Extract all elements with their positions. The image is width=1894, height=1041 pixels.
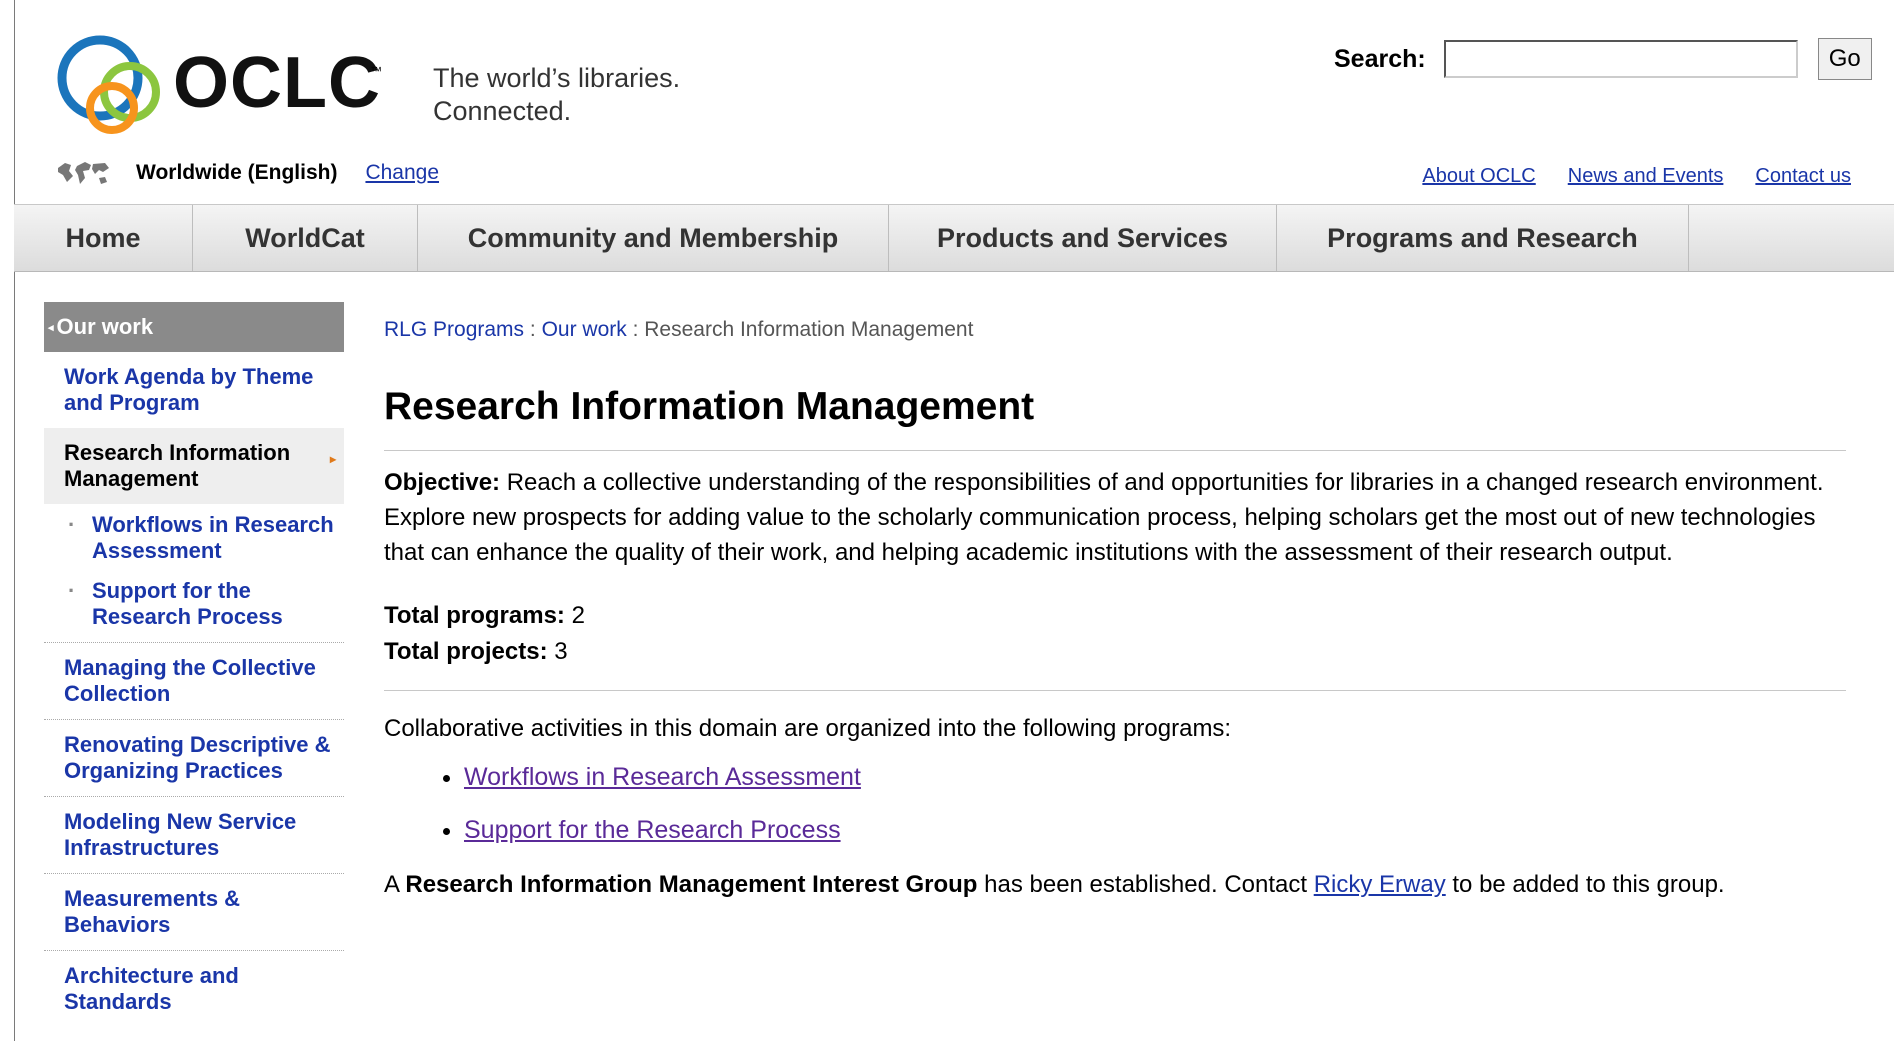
sidebar-item-modeling-new-service[interactable]: Modeling New Service Infrastructures <box>44 797 344 874</box>
trademark-symbol: ™ <box>370 64 382 78</box>
tagline: The world’s libraries. Connected. <box>433 62 680 128</box>
change-region-link[interactable]: Change <box>365 161 439 185</box>
breadcrumb-separator: : <box>524 318 542 341</box>
sidebar-subitem-label: Workflows in Research Assessment <box>92 512 334 563</box>
nav-tab-programs-and-research[interactable]: Programs and Research <box>1277 205 1689 271</box>
total-projects-value: 3 <box>554 638 568 665</box>
list-item: Support for the Research Process <box>464 816 1846 845</box>
region-selector: Worldwide (English) Change <box>55 158 439 188</box>
breadcrumb-separator: : <box>626 318 645 341</box>
group-suffix: to be added to this group. <box>1445 871 1725 898</box>
contact-us-link[interactable]: Contact us <box>1755 165 1851 188</box>
bullet-icon: · <box>68 578 76 603</box>
tagline-line-2: Connected. <box>433 96 572 126</box>
sidebar-heading-label: Our work <box>56 314 154 339</box>
oclc-wordmark: OCLC <box>173 43 381 123</box>
sidebar-item-renovating-descriptive[interactable]: Renovating Descriptive & Organizing Prac… <box>44 720 344 797</box>
news-and-events-link[interactable]: News and Events <box>1568 165 1724 188</box>
program-link-support[interactable]: Support for the Research Process <box>464 816 841 844</box>
sidebar-heading[interactable]: ◂ Our work <box>44 302 344 352</box>
sidebar-subitem-label: Support for the Research Process <box>92 578 283 629</box>
sidebar-item-architecture-standards[interactable]: Architecture and Standards <box>44 951 344 1027</box>
world-map-icon <box>58 162 109 184</box>
group-middle: has been established. Contact <box>977 871 1314 898</box>
breadcrumb-rlg-programs[interactable]: RLG Programs <box>384 318 524 341</box>
sidebar-item-label: Research Information Management <box>64 440 291 491</box>
search-bar: Search: Go <box>1334 38 1872 80</box>
sidebar: ◂ Our work Work Agenda by Theme and Prog… <box>44 302 344 1027</box>
bullet-icon: · <box>68 512 76 537</box>
sidebar-subitem-workflows[interactable]: · Workflows in Research Assessment <box>44 504 344 570</box>
breadcrumb: RLG Programs : Our work : Research Infor… <box>384 318 1846 342</box>
breadcrumb-our-work[interactable]: Our work <box>542 318 627 341</box>
nav-tab-community-and-membership[interactable]: Community and Membership <box>418 205 889 271</box>
objective-label: Objective: <box>384 469 501 496</box>
nav-tab-products-and-services[interactable]: Products and Services <box>889 205 1277 271</box>
utility-links: About OCLC News and Events Contact us <box>1390 165 1851 188</box>
page-title: Research Information Management <box>384 385 1035 428</box>
sidebar-item-managing-collective-collection[interactable]: Managing the Collective Collection <box>44 643 344 720</box>
active-arrow-icon: ▸ <box>329 452 336 466</box>
group-name: Research Information Management Interest… <box>405 871 978 898</box>
sidebar-item-work-agenda[interactable]: Work Agenda by Theme and Program <box>44 352 344 428</box>
contact-person-link[interactable]: Ricky Erway <box>1314 871 1446 898</box>
sidebar-subitems: · Workflows in Research Assessment · Sup… <box>44 504 344 643</box>
interest-group-note: A Research Information Management Intere… <box>384 867 1846 902</box>
about-oclc-link[interactable]: About OCLC <box>1422 165 1535 188</box>
sidebar-subitem-support[interactable]: · Support for the Research Process <box>44 570 344 636</box>
tagline-line-1: The world’s libraries. <box>433 63 681 93</box>
divider <box>384 450 1846 451</box>
main-content: RLG Programs : Our work : Research Infor… <box>384 318 1846 902</box>
nav-tab-home[interactable]: Home <box>14 205 193 271</box>
go-button[interactable]: Go <box>1817 38 1872 80</box>
search-input[interactable] <box>1443 40 1798 78</box>
sidebar-item-research-information-management[interactable]: Research Information Management ▸ <box>44 428 344 504</box>
sidebar-item-measurements-behaviors[interactable]: Measurements & Behaviors <box>44 874 344 951</box>
total-programs-label: Total programs: <box>384 602 565 629</box>
objective-text: Reach a collective understanding of the … <box>384 469 1824 566</box>
nav-tab-worldcat[interactable]: WorldCat <box>193 205 418 271</box>
group-prefix: A <box>384 871 406 898</box>
back-arrow-icon: ◂ <box>48 321 54 334</box>
program-link-workflows[interactable]: Workflows in Research Assessment <box>464 763 861 791</box>
programs-intro: Collaborative activities in this domain … <box>384 715 1232 742</box>
page-left-border <box>14 0 15 1041</box>
totals: Total programs: 2 Total projects: 3 <box>384 598 1846 670</box>
search-label: Search: <box>1334 44 1426 73</box>
objective-paragraph: Objective: Reach a collective understand… <box>384 465 1846 570</box>
total-programs-value: 2 <box>571 602 585 629</box>
oclc-logo-icon <box>57 35 160 134</box>
program-list: Workflows in Research Assessment Support… <box>384 763 1846 845</box>
main-nav: Home WorldCat Community and Membership P… <box>14 204 1894 272</box>
list-item: Workflows in Research Assessment <box>464 763 1846 792</box>
divider <box>384 690 1846 691</box>
breadcrumb-current: Research Information Management <box>644 318 974 341</box>
region-name: Worldwide (English) <box>136 161 338 184</box>
total-projects-label: Total projects: <box>384 638 548 665</box>
